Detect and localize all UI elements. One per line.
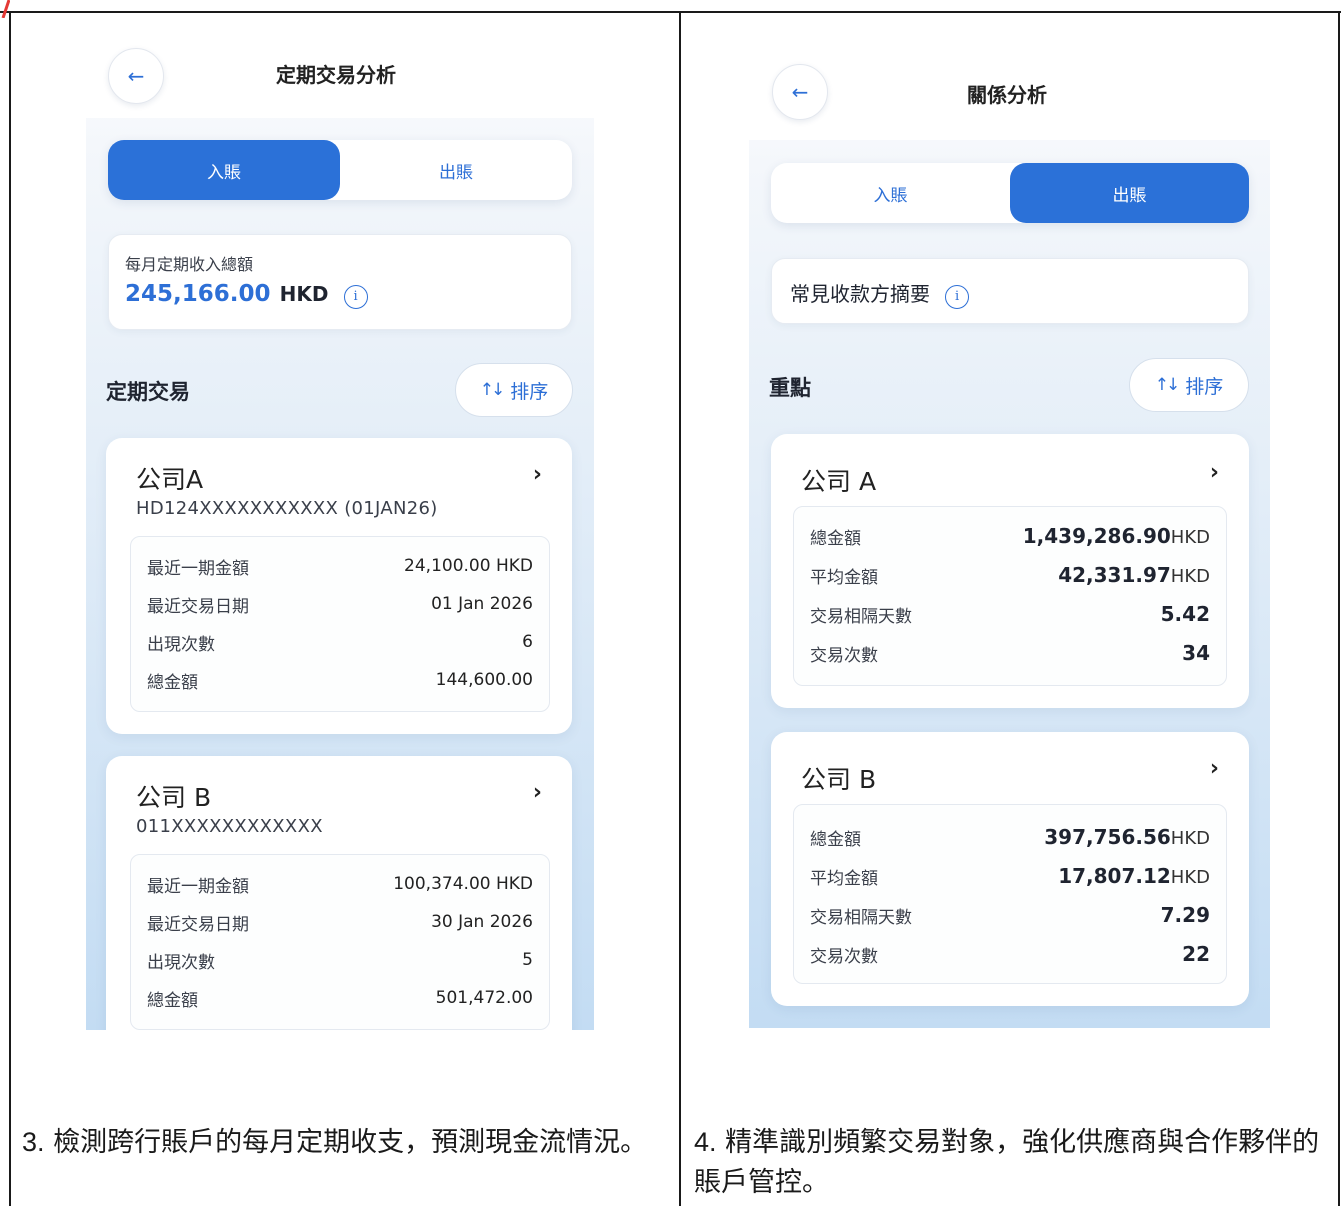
detail-unit: HKD xyxy=(1170,566,1210,587)
details-panel: 最近一期金額 100,374.00 HKD 最近交易日期 30 Jan 2026 出… xyxy=(130,854,550,1030)
table-border-top xyxy=(0,11,1341,13)
detail-label: 總金額 xyxy=(810,528,861,549)
page-title: 關係分析 xyxy=(967,83,1047,107)
sort-label: 排序 xyxy=(1185,375,1224,398)
details-panel: 總金額 1,439,286.90HKD 平均金額 42,331.97HKD 交易相隔… xyxy=(793,506,1227,686)
detail-label: 總金額 xyxy=(147,672,198,693)
summary-label-line: 常見收款方摘要 i xyxy=(790,278,970,309)
detail-value: 22 xyxy=(1182,942,1210,966)
summary-amount-line: 245,166.00 HKD i xyxy=(125,281,368,309)
page-title: 定期交易分析 xyxy=(276,63,396,87)
detail-value: 42,331.97 xyxy=(1058,563,1171,587)
detail-value: 100,374.00 HKD xyxy=(393,874,533,894)
back-button[interactable]: ← xyxy=(108,48,164,104)
chevron-right-icon: › xyxy=(1209,756,1219,781)
caption-text: 檢測跨行賬戶的每月定期收支，預測現金流情況。 xyxy=(53,1127,648,1158)
tab-incoming[interactable]: 入賬 xyxy=(108,140,340,200)
detail-label: 最近一期金額 xyxy=(147,558,249,579)
details-panel: 總金額 397,756.56HKD 平均金額 17,807.12HKD 交易相隔天數… xyxy=(793,804,1227,984)
detail-label: 出現次數 xyxy=(147,952,215,973)
detail-unit: HKD xyxy=(1170,867,1210,888)
recurring-card[interactable]: 公司A › HD124XXXXXXXXXXX (01JAN26) 最近一期金額 2… xyxy=(106,438,572,734)
detail-label: 交易相隔天數 xyxy=(810,606,912,627)
tab-outgoing[interactable]: 出賬 xyxy=(340,140,572,200)
detail-value: 6 xyxy=(522,632,533,652)
left-caption: 3. 檢測跨行賬戶的每月定期收支，預測現金流情況。 xyxy=(22,1122,662,1163)
detail-value: 397,756.56 xyxy=(1044,825,1171,849)
caption-text: 精準識別頻繁交易對象，強化供應商與合作夥伴的賬戶管控。 xyxy=(694,1127,1320,1198)
detail-label: 平均金額 xyxy=(810,567,878,588)
counterparty-card[interactable]: 公司 A › 總金額 1,439,286.90HKD 平均金額 42,331.97H… xyxy=(771,434,1249,708)
detail-value: 30 Jan 2026 xyxy=(431,912,533,932)
detail-label: 交易相隔天數 xyxy=(810,907,912,928)
table-border-right xyxy=(1338,11,1340,1206)
recurring-card[interactable]: 公司 B › 011XXXXXXXXXXXX 最近一期金額 100,374.00 … xyxy=(106,756,572,1030)
chevron-right-icon: › xyxy=(532,462,542,487)
summary-currency: HKD xyxy=(279,282,329,306)
details-panel: 最近一期金額 24,100.00 HKD 最近交易日期 01 Jan 2026 出現… xyxy=(130,536,550,712)
account-number: 011XXXXXXXXXXXX xyxy=(136,816,323,837)
detail-label: 總金額 xyxy=(147,990,198,1011)
detail-value: 01 Jan 2026 xyxy=(431,594,533,614)
back-button[interactable]: ← xyxy=(772,64,828,120)
table-border-middle xyxy=(679,11,681,1206)
detail-label: 總金額 xyxy=(810,829,861,850)
monthly-income-summary: 每月定期收入總額 245,166.00 HKD i xyxy=(108,234,572,330)
detail-value: 5.42 xyxy=(1160,602,1210,626)
detail-label: 交易次數 xyxy=(810,946,878,967)
detail-value: 5 xyxy=(522,950,533,970)
detail-value: 144,600.00 xyxy=(435,670,533,690)
sort-arrows-icon: ↑↓ xyxy=(479,380,505,400)
tab-incoming[interactable]: 入賬 xyxy=(771,163,1010,223)
direction-tabs: 入賬 出賬 xyxy=(108,140,572,200)
sort-button[interactable]: ↑↓ 排序 xyxy=(455,363,573,417)
detail-label: 最近一期金額 xyxy=(147,876,249,897)
table-border-left xyxy=(9,11,11,1206)
company-name: 公司 A xyxy=(801,467,877,496)
right-caption: 4. 精準識別頻繁交易對象，強化供應商與合作夥伴的賬戶管控。 xyxy=(694,1122,1324,1203)
detail-value: 24,100.00 HKD xyxy=(404,556,533,576)
detail-label: 最近交易日期 xyxy=(147,914,249,935)
summary-label: 常見收款方摘要 xyxy=(790,282,930,306)
summary-amount: 245,166.00 xyxy=(125,281,271,307)
tab-outgoing[interactable]: 出賬 xyxy=(1010,163,1249,223)
sort-button[interactable]: ↑↓ 排序 xyxy=(1129,358,1249,412)
chevron-right-icon: › xyxy=(1209,460,1219,485)
summary-label: 每月定期收入總額 xyxy=(125,255,254,274)
detail-label: 交易次數 xyxy=(810,645,878,666)
section-title: 重點 xyxy=(769,376,811,400)
detail-value: 17,807.12 xyxy=(1058,864,1171,888)
direction-tabs: 入賬 出賬 xyxy=(771,163,1249,223)
detail-value: 34 xyxy=(1182,641,1210,665)
company-name: 公司A xyxy=(136,465,204,494)
caption-number: 3. xyxy=(22,1127,45,1157)
section-title: 定期交易 xyxy=(106,380,190,404)
sort-arrows-icon: ↑↓ xyxy=(1154,375,1180,395)
company-name: 公司 B xyxy=(801,765,877,794)
back-arrow-icon: ← xyxy=(127,64,145,88)
payee-summary[interactable]: 常見收款方摘要 i xyxy=(771,258,1249,324)
detail-value: 1,439,286.90 xyxy=(1022,524,1171,548)
detail-label: 平均金額 xyxy=(810,868,878,889)
sort-label: 排序 xyxy=(510,380,549,403)
detail-unit: HKD xyxy=(1170,527,1210,548)
right-phone-screen: ← 關係分析 入賬 出賬 常見收款方摘要 i 重點 ↑↓ 排序 公司 A › 總… xyxy=(749,52,1270,1028)
detail-label: 最近交易日期 xyxy=(147,596,249,617)
detail-label: 出現次數 xyxy=(147,634,215,655)
detail-unit: HKD xyxy=(1170,828,1210,849)
detail-value: 7.29 xyxy=(1160,903,1210,927)
chevron-right-icon: › xyxy=(532,780,542,805)
caption-number: 4. xyxy=(694,1127,717,1157)
red-corner-mark xyxy=(1,0,10,18)
left-phone-screen: ← 定期交易分析 入賬 出賬 每月定期收入總額 245,166.00 HKD i… xyxy=(86,32,594,1030)
info-icon[interactable]: i xyxy=(945,284,970,309)
info-icon[interactable]: i xyxy=(343,284,368,309)
company-name: 公司 B xyxy=(136,783,212,812)
back-arrow-icon: ← xyxy=(791,80,809,104)
counterparty-card[interactable]: 公司 B › 總金額 397,756.56HKD 平均金額 17,807.12HKD… xyxy=(771,732,1249,1006)
detail-value: 501,472.00 xyxy=(435,988,533,1008)
account-number: HD124XXXXXXXXXXX (01JAN26) xyxy=(136,498,438,519)
